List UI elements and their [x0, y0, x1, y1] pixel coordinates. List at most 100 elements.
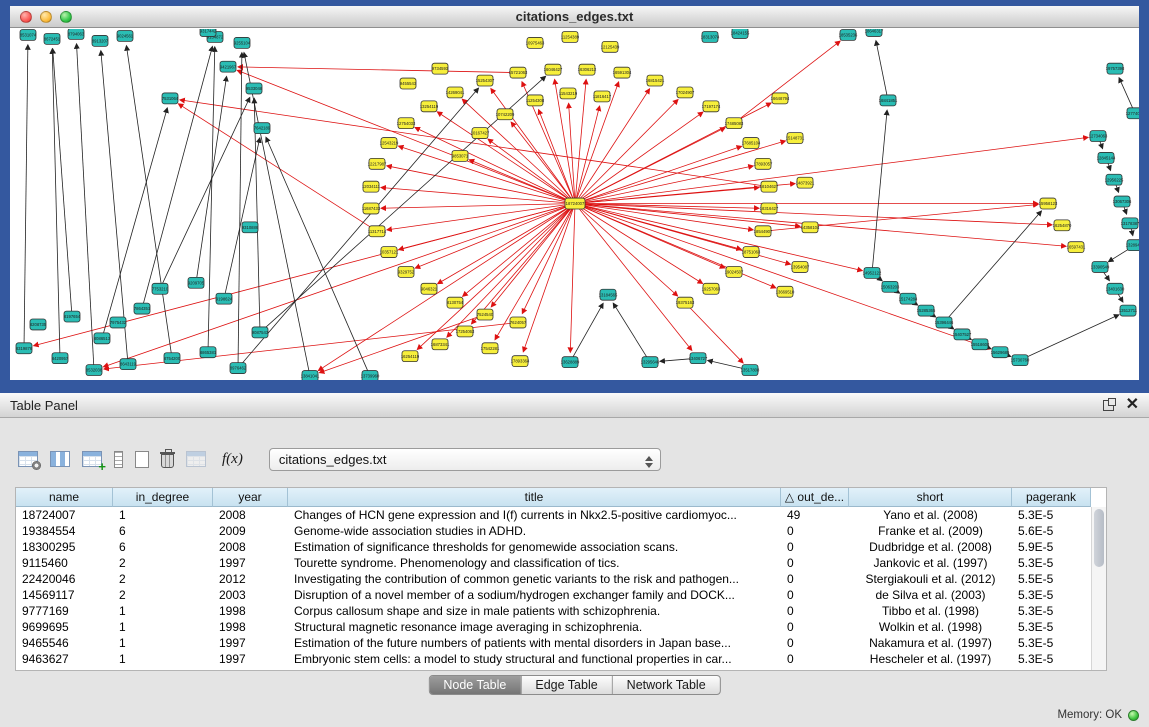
graph-edge[interactable]	[575, 204, 692, 351]
graph-node[interactable]: 11254308	[526, 95, 545, 106]
graph-node[interactable]: 9024561	[117, 30, 134, 41]
graph-node[interactable]: 8865381	[200, 347, 217, 358]
graph-edge[interactable]	[613, 303, 650, 362]
graph-node[interactable]: 14873921	[796, 177, 815, 188]
graph-node[interactable]: 8643119	[120, 359, 137, 370]
graph-node[interactable]: 15285365	[917, 305, 936, 316]
graph-node[interactable]: 12774063	[1126, 108, 1139, 119]
graph-node[interactable]: 10975463	[526, 37, 545, 48]
graph-node[interactable]: 12754033	[397, 118, 416, 129]
graph-edge[interactable]	[876, 41, 888, 101]
graph-node[interactable]: 17893057	[754, 158, 773, 169]
graph-edge[interactable]	[575, 204, 862, 271]
graph-node[interactable]: 13289468	[1126, 240, 1139, 251]
function-builder-icon[interactable]: f(x)	[218, 451, 243, 467]
graph-node[interactable]: 16046427	[544, 64, 563, 75]
graph-edge[interactable]	[570, 303, 603, 362]
graph-edge[interactable]	[415, 204, 575, 269]
tab-node-table[interactable]: Node Table	[429, 676, 521, 694]
table-row[interactable]: 977716911998Corpus callosum shape and si…	[16, 603, 1106, 619]
graph-node[interactable]: 12734063	[1089, 131, 1108, 142]
graph-node[interactable]: 8672451	[44, 33, 61, 44]
graph-node[interactable]: 8319876	[16, 343, 33, 354]
column-header-out_de[interactable]: △ out_de...	[781, 488, 849, 507]
graph-node[interactable]: 8794063	[68, 29, 85, 39]
graph-node[interactable]: 11543219	[559, 88, 578, 99]
graph-node[interactable]: 7524540	[477, 309, 494, 320]
graph-node[interactable]: 17893364	[511, 356, 530, 367]
graph-node[interactable]: 16254870	[1053, 220, 1072, 231]
graph-node[interactable]: 10742209	[496, 109, 515, 120]
graph-edge[interactable]	[734, 41, 840, 123]
table-row[interactable]: 969969511998Structural magnetic resonanc…	[16, 619, 1106, 635]
graph-edge[interactable]	[570, 204, 575, 353]
graph-node[interactable]: 8976462	[230, 363, 247, 374]
table-row[interactable]: 1872400712008Changes of HCN gene express…	[16, 507, 1106, 523]
graph-edge[interactable]	[178, 104, 377, 231]
graph-node[interactable]: 9255104	[234, 37, 251, 48]
graph-node[interactable]: 13512711	[1119, 305, 1138, 316]
network-canvas[interactable]: 1872400776240577524540813075490463219329…	[10, 29, 1139, 380]
graph-node[interactable]: 15396446	[935, 317, 954, 328]
graph-edge[interactable]	[575, 80, 586, 204]
graph-node[interactable]: 9087543	[252, 327, 269, 338]
graph-node[interactable]: 7975432	[110, 317, 127, 328]
graph-node[interactable]: 7864351	[134, 303, 151, 314]
graph-node[interactable]: 19257063	[702, 283, 721, 294]
column-header-pagerank[interactable]: pagerank	[1012, 488, 1091, 507]
column-header-short[interactable]: short	[849, 488, 1012, 507]
window-titlebar[interactable]: citations_edges.txt	[10, 6, 1139, 28]
graph-edge[interactable]	[872, 110, 887, 273]
row-height-icon[interactable]	[114, 451, 123, 468]
graph-node[interactable]: 9533048	[246, 83, 263, 94]
graph-node[interactable]: 8913207	[92, 35, 109, 46]
graph-edge[interactable]	[224, 138, 260, 299]
graph-node[interactable]: 19757398	[1106, 63, 1125, 74]
graph-node[interactable]: 13841041	[301, 371, 320, 380]
graph-node[interactable]: 8420957	[52, 353, 69, 364]
graph-node[interactable]: 13628889	[561, 357, 580, 368]
graph-node[interactable]: 16873341	[431, 339, 450, 350]
graph-node[interactable]: 7531064	[162, 93, 179, 104]
graph-node[interactable]: 10167427	[471, 128, 490, 139]
graph-node[interactable]: 18646317	[865, 29, 884, 36]
graph-node[interactable]: 13401630	[1106, 283, 1125, 294]
graph-node[interactable]: 18424155	[731, 29, 750, 38]
graph-node[interactable]: 14952122	[863, 267, 882, 278]
graph-node[interactable]: 18535236	[839, 29, 858, 40]
graph-node[interactable]: 15629689	[991, 347, 1010, 358]
column-header-title[interactable]: title	[288, 488, 781, 507]
table-row[interactable]: 1456911722003Disruption of a novel membe…	[16, 587, 1106, 603]
graph-node[interactable]: 18313074	[701, 31, 720, 42]
graph-node[interactable]: 13067306	[1113, 196, 1132, 207]
graph-node[interactable]: 9317442	[200, 29, 217, 36]
graph-edge[interactable]	[575, 204, 703, 284]
column-header-name[interactable]: name	[16, 488, 113, 507]
column-header-in_degree[interactable]: in_degree	[113, 488, 213, 507]
graph-edge[interactable]	[575, 146, 742, 203]
graph-edge[interactable]	[238, 67, 518, 73]
graph-node[interactable]: 15518608	[971, 339, 990, 350]
graph-node[interactable]: 12125439	[601, 41, 620, 52]
merge-table-icon[interactable]	[186, 451, 206, 467]
graph-node[interactable]: 12034111	[362, 181, 381, 192]
graph-node[interactable]: 13517808	[741, 365, 760, 376]
graph-node[interactable]: 9853071	[452, 150, 469, 161]
graph-node[interactable]: 13254119	[420, 101, 439, 112]
graph-node[interactable]: 13739960	[361, 371, 380, 380]
tab-network-table[interactable]: Network Table	[613, 676, 720, 694]
graph-node[interactable]: 8086513	[94, 333, 111, 344]
graph-edge[interactable]	[575, 137, 1088, 203]
graph-node[interactable]: 13178387	[1121, 218, 1139, 229]
graph-node[interactable]: 15407527	[953, 329, 972, 340]
graph-node[interactable]: 16306212	[578, 64, 597, 75]
graph-node[interactable]: 18316427	[760, 203, 779, 214]
graph-edge[interactable]	[488, 139, 575, 203]
graph-node[interactable]: 17542281	[481, 343, 500, 354]
graph-node[interactable]: 16254119	[401, 351, 420, 362]
graph-node[interactable]: 16648794	[771, 93, 790, 104]
graph-node[interactable]: 15174284	[899, 293, 918, 304]
graph-edge[interactable]	[575, 204, 1066, 247]
graph-node[interactable]: 8754200	[164, 353, 181, 364]
graph-node[interactable]: 12956225	[1105, 174, 1124, 185]
